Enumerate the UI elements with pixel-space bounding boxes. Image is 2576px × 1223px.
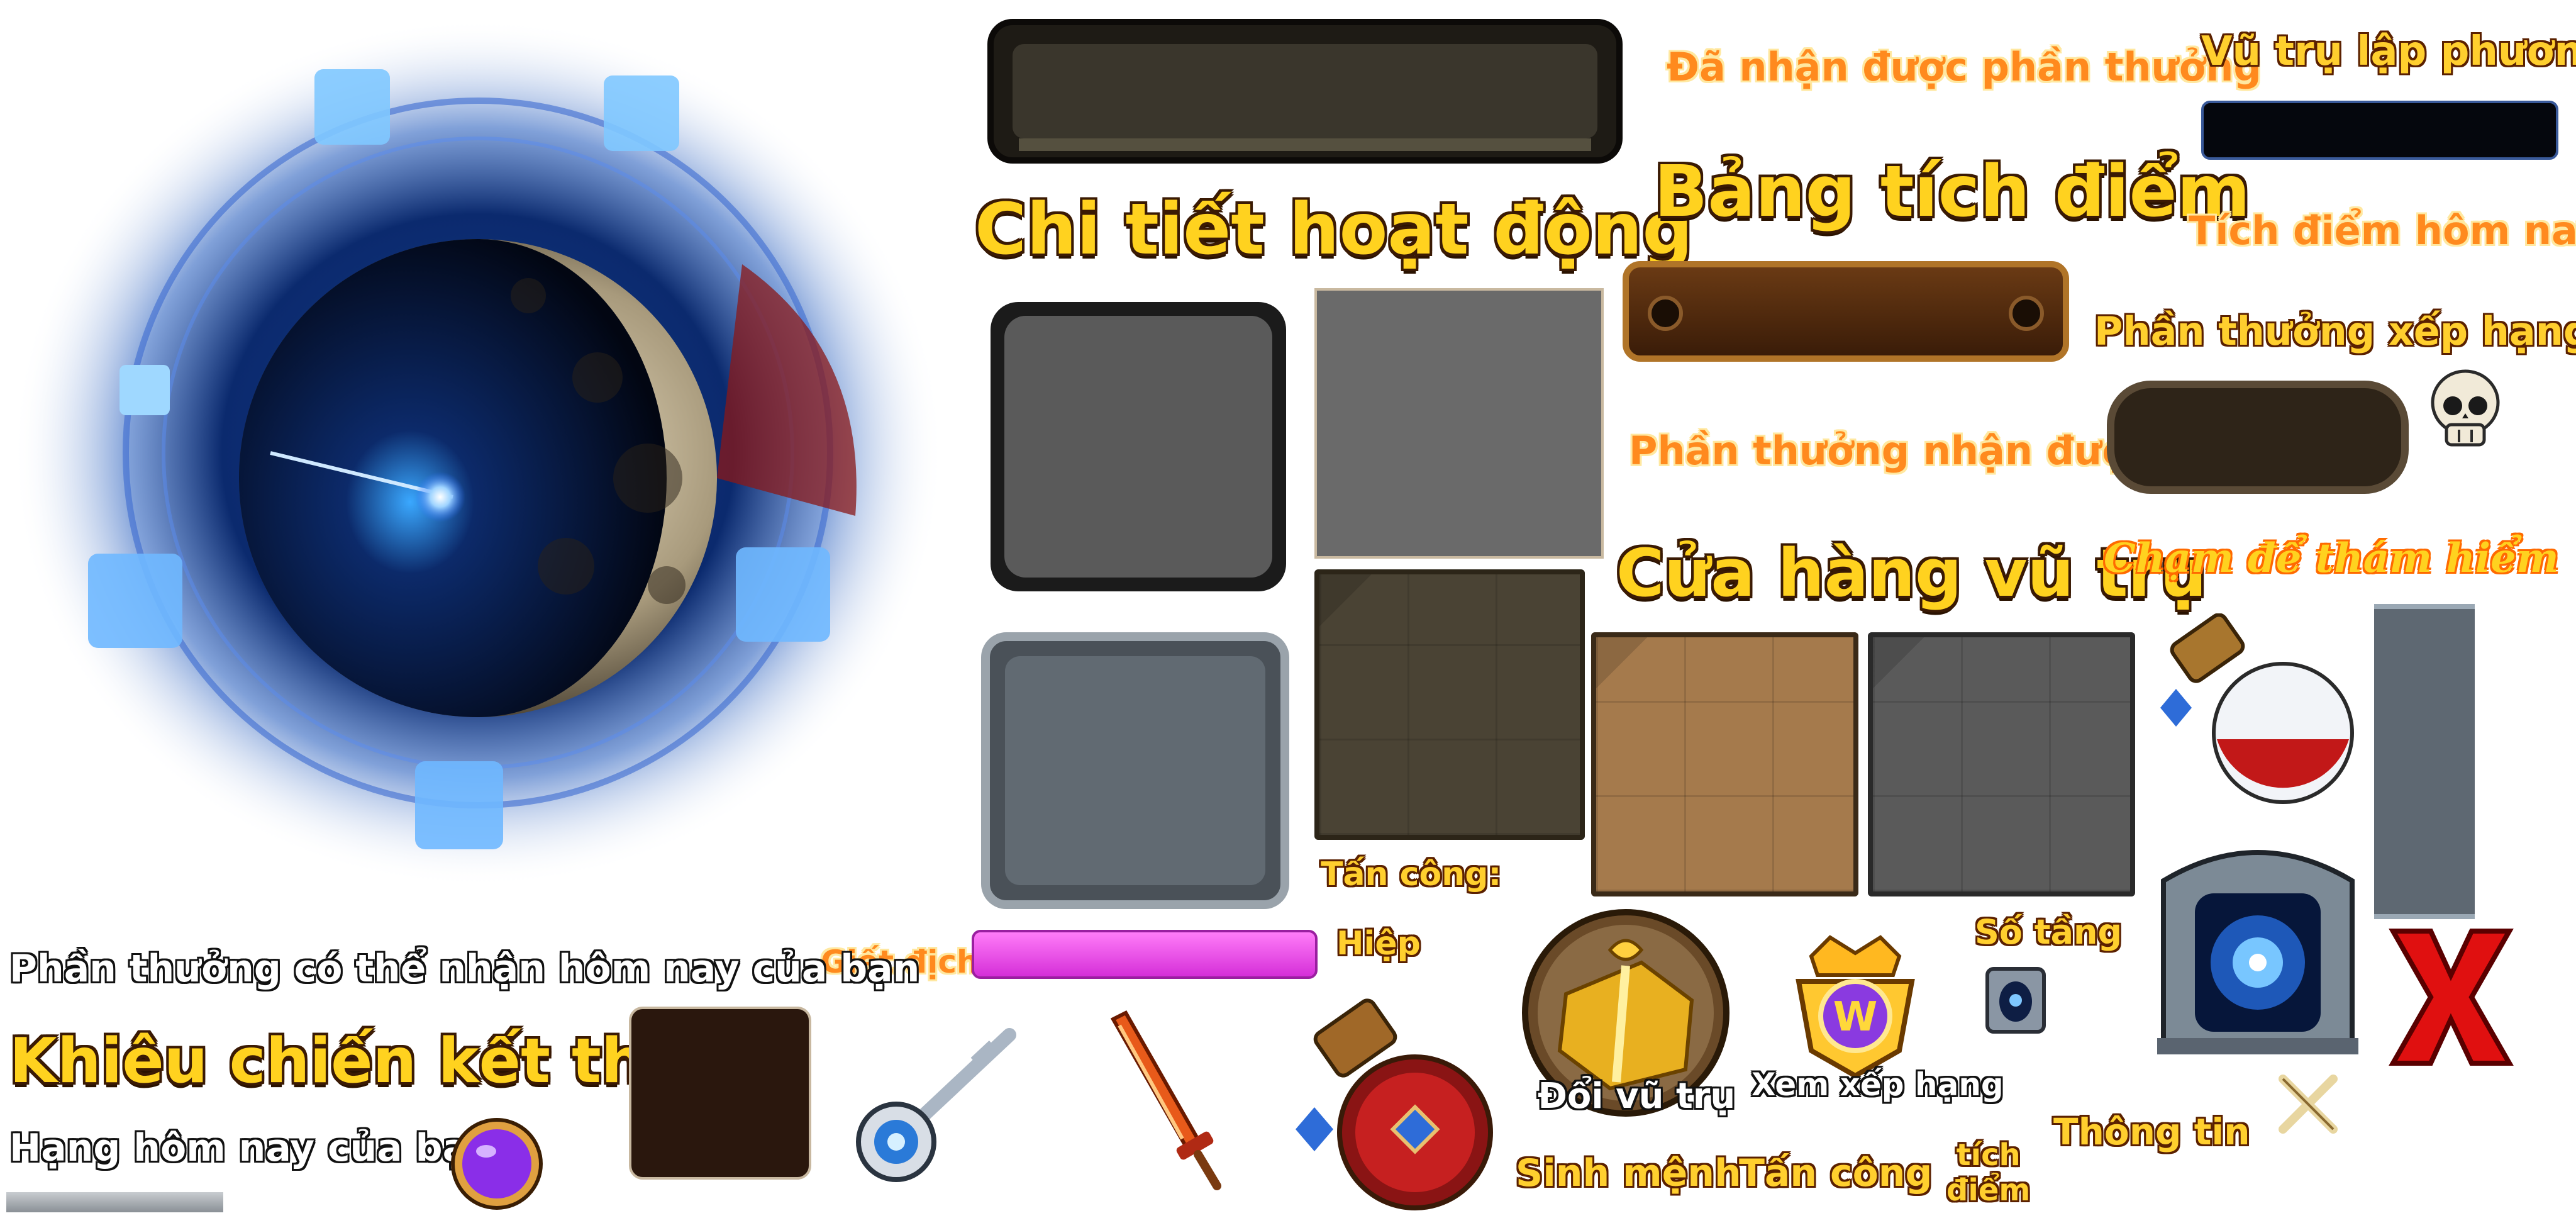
vertical-grey-bar	[2374, 604, 2475, 919]
received-reward-label: Đã nhận được phần thưởng	[1667, 44, 2262, 90]
kill-progress-bar	[972, 930, 1318, 979]
view-ranking-label: Xem xếp hạng	[1752, 1066, 2004, 1103]
points-label: tích điểm	[1946, 1137, 2031, 1208]
rank-badge-letter: W	[1833, 994, 1878, 1041]
cube-universe-label: Vũ trụ lập phương	[2201, 28, 2576, 75]
attack-colon-label: Tấn công:	[1321, 856, 1502, 893]
swap-universe-label: Đổi vũ trụ	[1538, 1076, 1736, 1117]
capsule-slot	[2107, 381, 2409, 494]
cosmic-portal-icon	[0, 0, 969, 906]
red-potion-icon	[2151, 613, 2365, 815]
dark-brown-slot	[629, 1007, 811, 1180]
crossed-swords-icon	[2273, 1069, 2343, 1139]
wood-plank-panel	[1623, 261, 2069, 362]
today-points-label: Tích điểm hôm nay	[2189, 208, 2576, 254]
round-label: Hiệp	[1336, 925, 1421, 963]
purple-orb-icon	[450, 1117, 544, 1211]
scoreboard-title: Bảng tích điểm	[1654, 151, 2251, 233]
dark-rounded-slot	[991, 302, 1286, 591]
tap-to-explore-label: Chạm để thám hiểm	[2104, 535, 2559, 582]
life-label: Sinh mệnh	[1516, 1151, 1741, 1195]
rank-badge-icon[interactable]: W	[1774, 925, 1937, 1088]
activity-details-title: Chi tiết hoạt động	[975, 189, 1693, 271]
grey-square-panel	[1314, 288, 1604, 559]
attack-label: Tấn công	[1739, 1151, 1933, 1195]
skull-icon	[2428, 368, 2503, 450]
flame-sword-icon	[1101, 1007, 1226, 1195]
today-rank-label: Hạng hôm nay của bạn	[9, 1126, 495, 1170]
dirt-floor-tile	[1591, 632, 1858, 896]
today-rewards-label: Phần thưởng có thể nhận hôm nay của bạn	[9, 947, 920, 991]
dark-panel-frame	[987, 19, 1623, 164]
underline-bar	[6, 1192, 223, 1212]
stone-portal-gate-icon	[2151, 830, 2365, 1057]
grey-stone-tile	[1868, 632, 2135, 896]
close-x-icon[interactable]	[2380, 919, 2522, 1076]
health-potion-icon	[1283, 994, 1516, 1214]
mini-portal-icon	[1981, 963, 2050, 1038]
key-icon	[846, 1022, 1022, 1186]
dark-input-bar	[2201, 101, 2558, 160]
rank-reward-label: Phần thưởng xếp hạng	[2094, 308, 2576, 354]
stone-floor-tile	[1314, 569, 1585, 840]
challenge-over-title: Khiêu chiến kết thúc	[9, 1025, 726, 1097]
grey-rounded-slot	[981, 632, 1289, 909]
received-rewards-label: Phần thưởng nhận được	[1629, 428, 2152, 474]
floor-count-label: Số tầng	[1975, 912, 2123, 952]
info-label: Thông tin	[2053, 1110, 2250, 1153]
